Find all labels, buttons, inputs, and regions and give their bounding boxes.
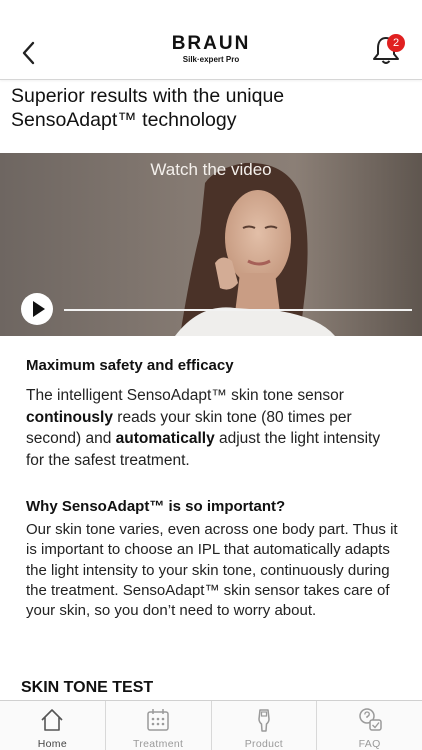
- brand-logo: BRAUN Silk·expert Pro: [0, 34, 422, 65]
- play-button[interactable]: [21, 293, 53, 325]
- app-header: BRAUN Silk·expert Pro 2: [0, 0, 422, 80]
- nav-item-treatment[interactable]: Treatment: [106, 701, 212, 750]
- nav-item-home[interactable]: Home: [0, 701, 106, 750]
- section-text-why: Our skin tone varies, even across one bo…: [26, 521, 398, 620]
- page-title: Superior results with the unique SensoAd…: [11, 85, 285, 131]
- device-icon: [258, 709, 270, 732]
- skin-tone-test-title: SKIN TONE TEST: [21, 679, 154, 696]
- nav-label-home: Home: [37, 738, 67, 750]
- notification-badge: 2: [387, 34, 405, 52]
- section-title-safety: Maximum safety and efficacy: [26, 357, 234, 374]
- safety-text-bold-1: continously: [26, 408, 113, 426]
- nav-label-treatment: Treatment: [133, 738, 184, 750]
- safety-text-part-1: The intelligent SensoAdapt™ skin tone se…: [26, 387, 344, 404]
- video-progress-bar[interactable]: [64, 309, 412, 311]
- home-icon: [41, 709, 63, 731]
- nav-label-product: Product: [244, 738, 284, 750]
- nav-item-product[interactable]: Product: [212, 701, 318, 750]
- nav-item-faq[interactable]: FAQ: [317, 701, 422, 750]
- section-text-safety: The intelligent SensoAdapt™ skin tone se…: [26, 385, 398, 471]
- brand-name: BRAUN: [171, 33, 251, 54]
- calendar-icon: [147, 709, 169, 731]
- safety-text-bold-2: automatically: [115, 430, 215, 447]
- bottom-nav: Home Treatment Product FAQ: [0, 700, 422, 750]
- video-label: Watch the video: [150, 160, 272, 179]
- faq-icon: [358, 708, 382, 731]
- section-title-why: Why SensoAdapt™ is so important?: [26, 498, 286, 515]
- brand-subtitle: Silk·expert Pro: [182, 55, 240, 64]
- play-icon: [33, 301, 45, 317]
- nav-label-faq: FAQ: [358, 738, 381, 750]
